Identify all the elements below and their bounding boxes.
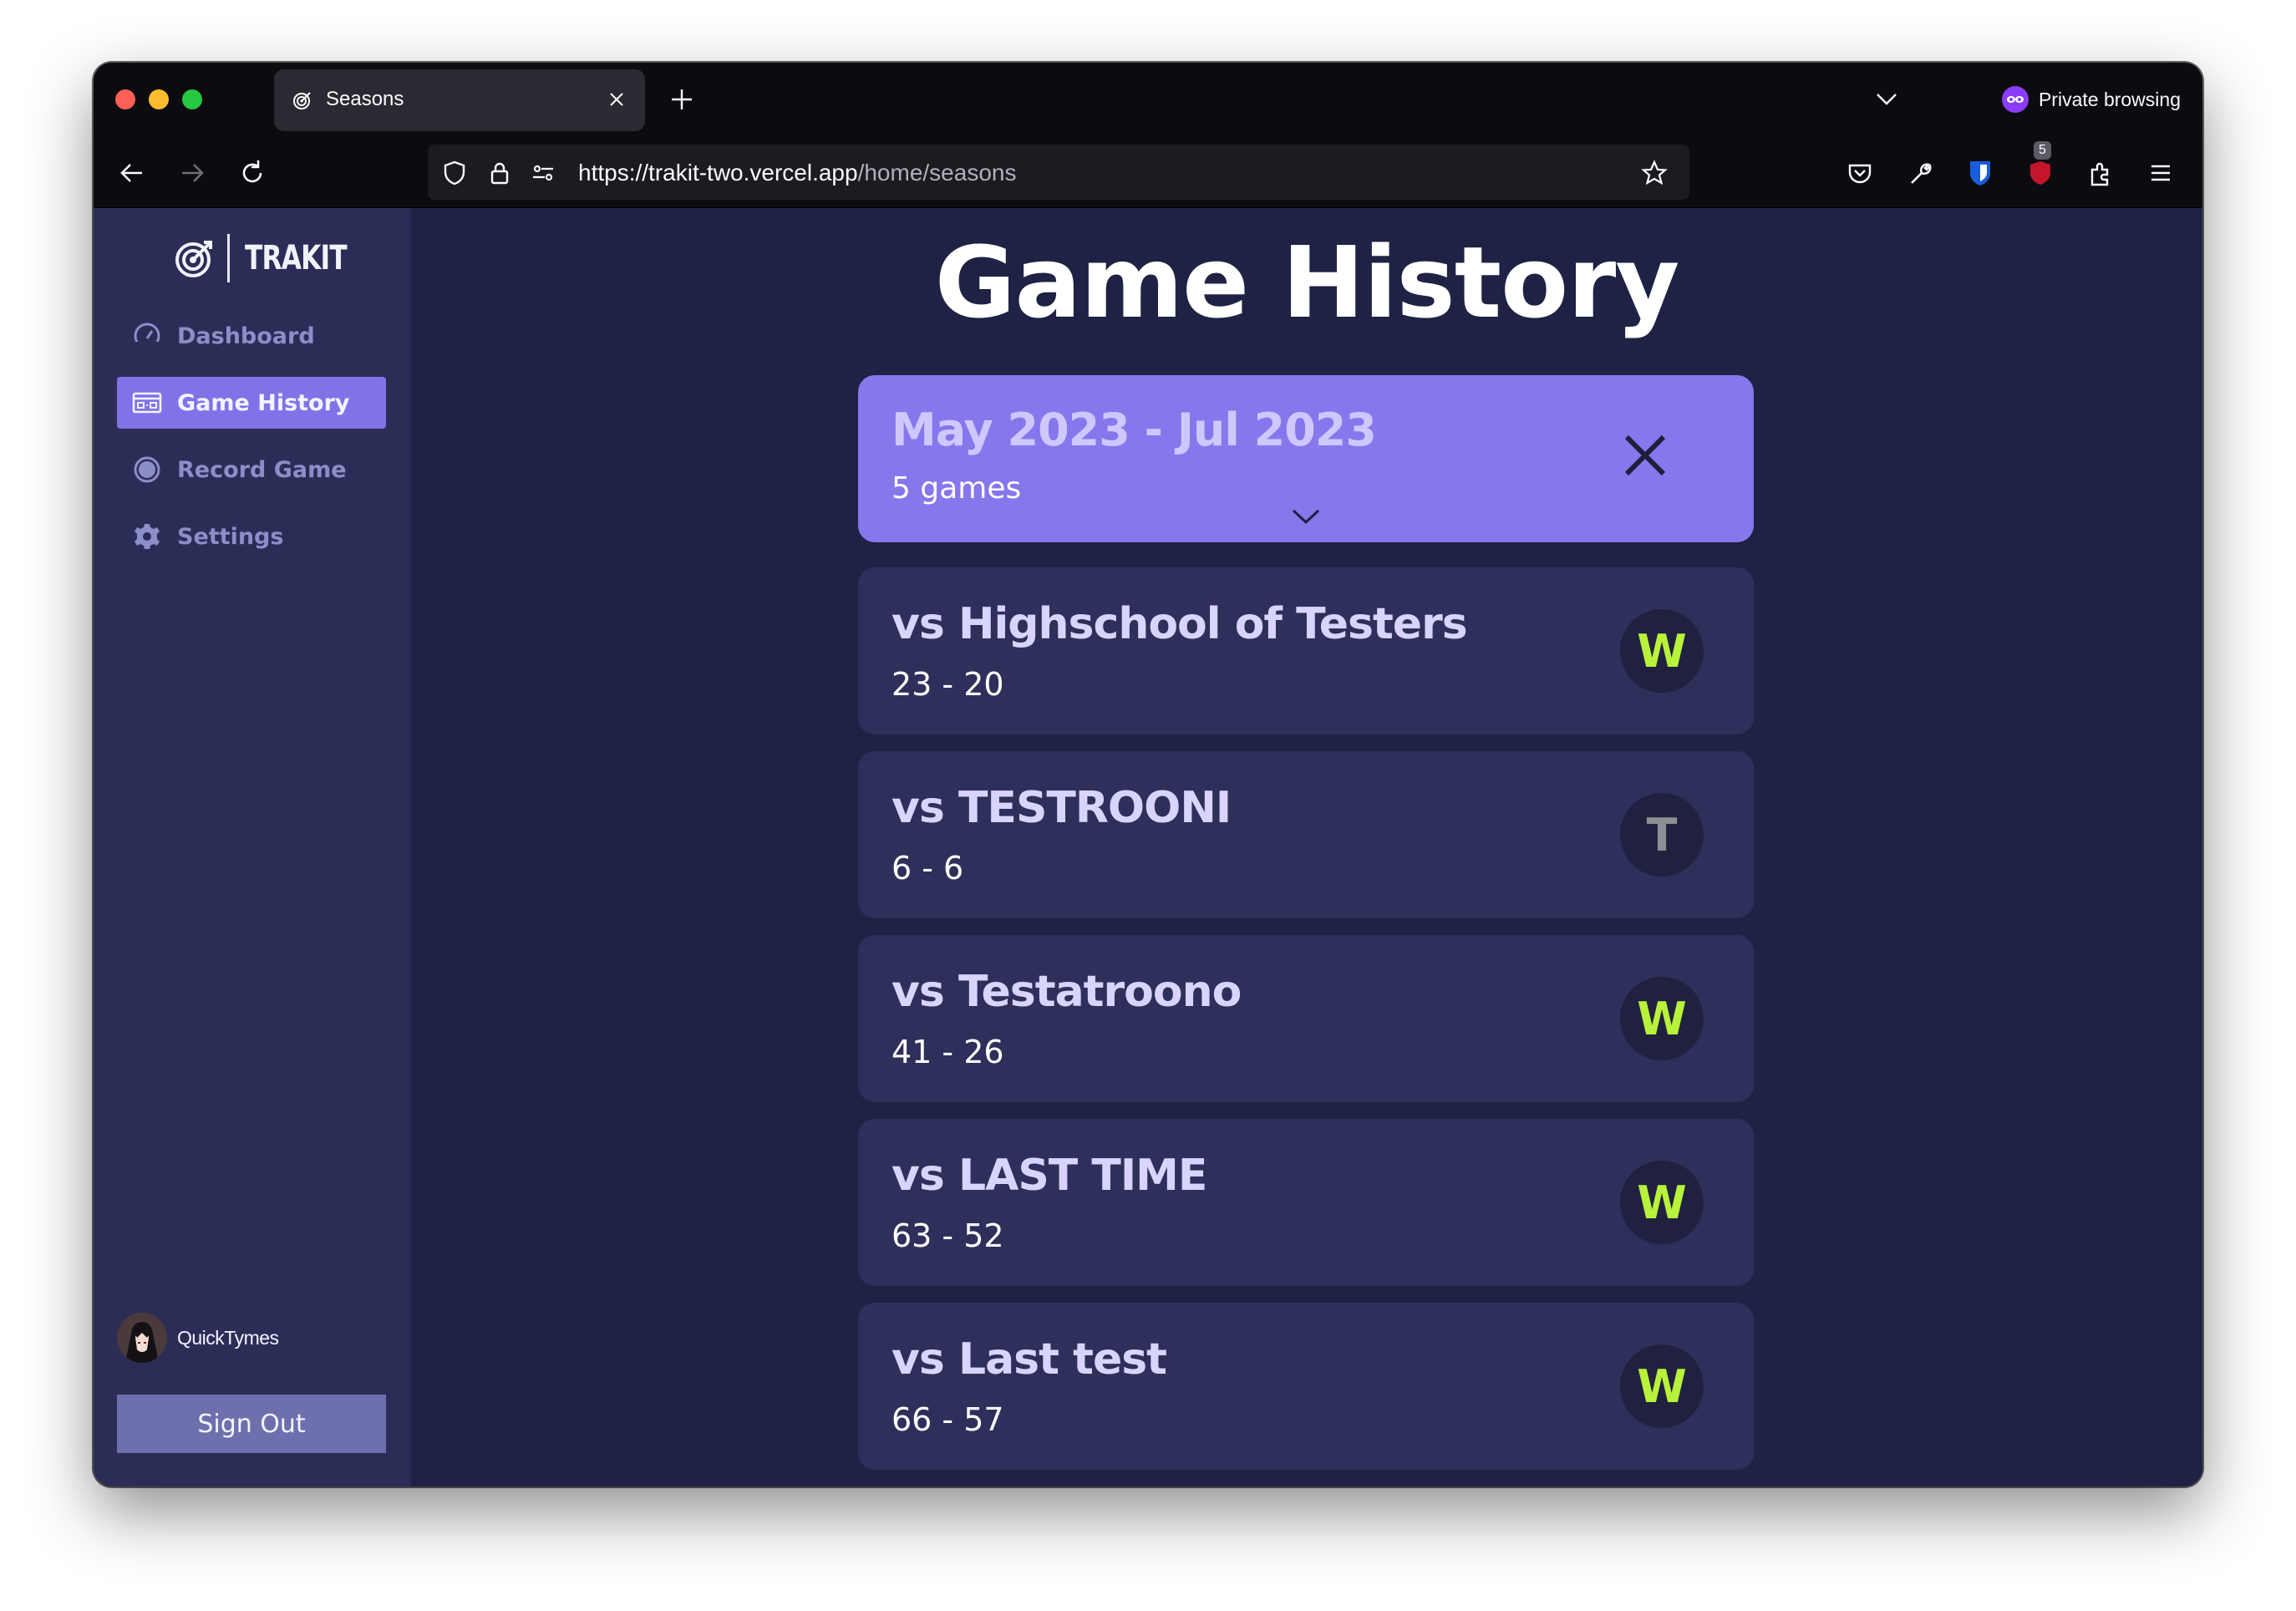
season-card[interactable]: May 2023 - Jul 2023 5 games	[858, 375, 1754, 542]
game-opponent: vs LAST TIME	[891, 1151, 1207, 1201]
game-score: 23 - 20	[891, 666, 1004, 703]
sidebar-item-game-history[interactable]: Game History	[117, 377, 386, 429]
page-title: Game History	[934, 225, 1680, 340]
game-card[interactable]: vs Last test 66 - 57 W	[858, 1303, 1754, 1470]
extension-badge: 5	[2034, 141, 2051, 160]
gauge-icon	[132, 321, 162, 351]
browser-window: Seasons Private browsing https://trakit-…	[94, 63, 2202, 1486]
sidebar-item-dashboard[interactable]: Dashboard	[117, 310, 386, 362]
sign-out-button[interactable]: Sign Out	[117, 1395, 386, 1453]
season-name: May 2023 - Jul 2023	[891, 404, 1377, 456]
result-badge: T	[1620, 793, 1704, 877]
record-icon	[132, 455, 162, 485]
chevron-down-icon[interactable]	[1291, 507, 1321, 526]
game-opponent: vs Testatroono	[891, 967, 1242, 1017]
url-path: /home/seasons	[857, 160, 1017, 185]
url-domain: https://trakit-two.vercel.app	[578, 160, 858, 185]
pocket-icon[interactable]	[1845, 158, 1875, 188]
browser-tab[interactable]: Seasons	[274, 69, 645, 131]
result-badge: W	[1620, 977, 1704, 1060]
close-tab-icon[interactable]	[607, 89, 627, 109]
game-score: 6 - 6	[891, 850, 964, 887]
lock-icon[interactable]	[486, 160, 513, 186]
mask-icon	[2001, 86, 2029, 113]
avatar	[117, 1313, 167, 1363]
close-window-button[interactable]	[115, 89, 135, 109]
navigation-toolbar: https://trakit-two.vercel.app/home/seaso…	[94, 138, 2202, 208]
game-score: 66 - 57	[891, 1401, 1004, 1438]
game-card[interactable]: vs LAST TIME 63 - 52 W	[858, 1119, 1754, 1286]
close-icon[interactable]	[1620, 430, 1670, 480]
brand-logo[interactable]: TRAKIT	[174, 233, 375, 283]
hamburger-menu-icon[interactable]	[2146, 158, 2176, 188]
game-score: 63 - 52	[891, 1217, 1004, 1254]
scoreboard-icon	[132, 388, 162, 418]
forward-arrow-icon[interactable]	[177, 158, 207, 188]
url-text: https://trakit-two.vercel.app/home/seaso…	[578, 160, 1016, 186]
app-content: TRAKIT Dashboard Game History Record Gam…	[94, 208, 2202, 1486]
main-content: Game History May 2023 - Jul 2023 5 games…	[411, 208, 2202, 1486]
game-opponent: vs Highschool of Testers	[891, 599, 1468, 649]
zoom-window-button[interactable]	[182, 89, 202, 109]
game-card[interactable]: vs Testatroono 41 - 26 W	[858, 935, 1754, 1102]
sidebar: TRAKIT Dashboard Game History Record Gam…	[94, 208, 411, 1486]
chevron-down-icon[interactable]	[1875, 89, 1898, 109]
game-card[interactable]: vs TESTROONI 6 - 6 T	[858, 751, 1754, 918]
brand-name: TRAKIT	[245, 239, 348, 277]
shield-icon[interactable]	[441, 160, 468, 186]
season-game-count: 5 games	[891, 471, 1022, 506]
wrench-icon[interactable]	[1905, 158, 1935, 188]
extensions-puzzle-icon[interactable]	[2085, 158, 2116, 188]
game-card[interactable]: vs Highschool of Testers 23 - 20 W	[858, 567, 1754, 734]
ublock-icon[interactable]	[2025, 158, 2055, 188]
permissions-icon[interactable]	[530, 160, 556, 186]
sidebar-item-label: Game History	[177, 389, 350, 416]
result-badge: W	[1620, 1161, 1704, 1244]
user-profile[interactable]: QuickTymes	[117, 1313, 279, 1363]
gear-icon	[132, 521, 162, 551]
sidebar-item-record-game[interactable]: Record Game	[117, 444, 386, 495]
bookmark-star-icon[interactable]	[1641, 160, 1668, 186]
game-opponent: vs TESTROONI	[891, 783, 1232, 833]
new-tab-icon[interactable]	[668, 86, 695, 113]
sidebar-item-label: Dashboard	[177, 323, 315, 349]
reload-icon[interactable]	[237, 158, 267, 188]
game-opponent: vs Last test	[891, 1334, 1167, 1385]
tab-bar: Seasons Private browsing	[94, 63, 2202, 138]
game-score: 41 - 26	[891, 1034, 1004, 1070]
result-badge: W	[1620, 1344, 1704, 1428]
username: QuickTymes	[177, 1326, 279, 1349]
back-arrow-icon[interactable]	[117, 158, 147, 188]
result-badge: W	[1620, 609, 1704, 693]
target-logo-icon	[175, 241, 212, 277]
address-bar[interactable]: https://trakit-two.vercel.app/home/seaso…	[428, 145, 1689, 200]
sidebar-item-settings[interactable]: Settings	[117, 511, 386, 562]
target-icon	[293, 92, 311, 109]
sidebar-item-label: Record Game	[177, 456, 347, 483]
minimize-window-button[interactable]	[149, 89, 169, 109]
private-browsing-indicator: Private browsing	[2001, 86, 2181, 113]
tab-title: Seasons	[326, 88, 404, 110]
sidebar-item-label: Settings	[177, 523, 284, 550]
brand-divider	[227, 234, 230, 282]
private-browsing-label: Private browsing	[2038, 88, 2181, 110]
bitwarden-icon[interactable]	[1965, 158, 1995, 188]
